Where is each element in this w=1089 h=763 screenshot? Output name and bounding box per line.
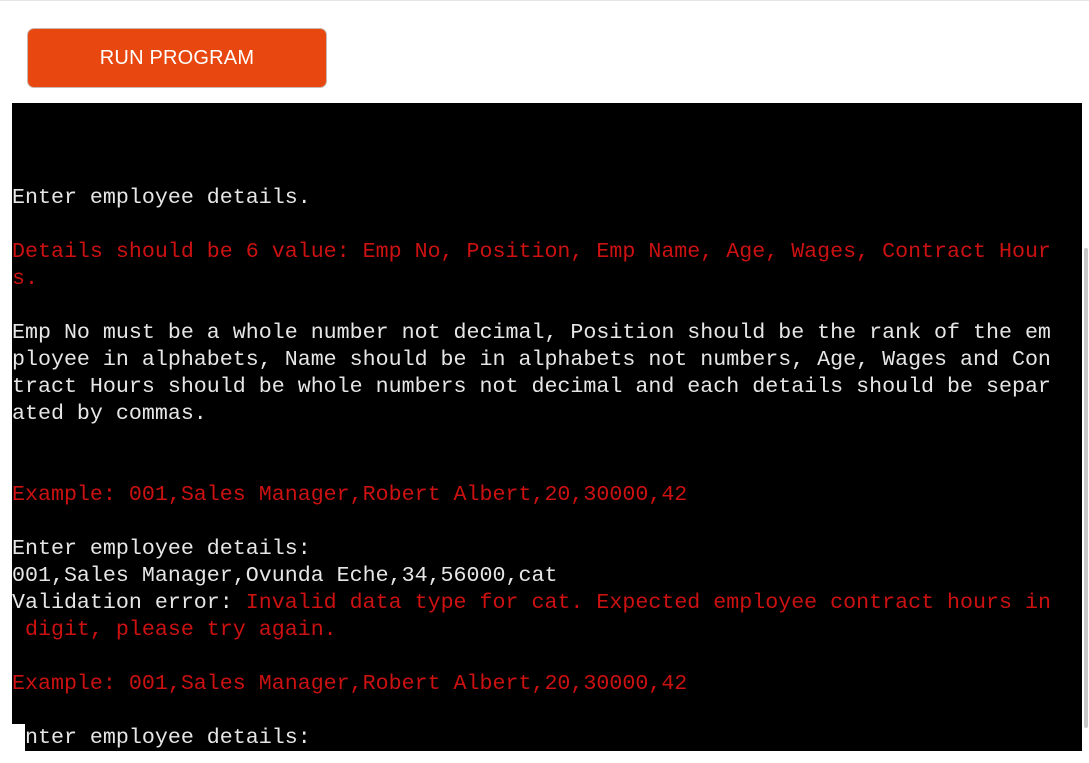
terminal-error-text: Details should be 6 value: Emp No, Posit… <box>12 239 1051 264</box>
terminal-line: s. <box>12 265 1056 292</box>
terminal-text: Enter employee details: <box>12 536 311 561</box>
terminal-error-text: s. <box>12 266 38 291</box>
terminal-text: ated by commas. <box>12 401 207 426</box>
terminal-text: Validation error: <box>12 590 246 615</box>
terminal-text: tract Hours should be whole numbers not … <box>12 374 1051 399</box>
terminal-scrollbar[interactable] <box>1082 103 1089 751</box>
terminal-line: 001,Sales Manager,Ovunda Eche,34,56000,c… <box>12 562 1056 589</box>
terminal-text: Enter employee details. <box>12 185 311 210</box>
terminal-error-text: digit, please try again. <box>12 617 337 642</box>
terminal-output: Enter employee details. Details should be… <box>12 157 1056 751</box>
terminal-text: Enter employee details: <box>12 725 311 750</box>
terminal-line: ployee in alphabets, Name should be in a… <box>12 346 1056 373</box>
terminal-line: tract Hours should be whole numbers not … <box>12 373 1056 400</box>
terminal-error-text: Example: 001,Sales Manager,Robert Albert… <box>12 671 688 696</box>
terminal-line: digit, please try again. <box>12 616 1056 643</box>
terminal-line: Example: 001,Sales Manager,Robert Albert… <box>12 481 1056 508</box>
terminal-text: Emp No must be a whole number not decima… <box>12 320 1051 345</box>
terminal-window[interactable]: Enter employee details. Details should be… <box>12 103 1082 751</box>
run-program-button[interactable]: RUN PROGRAM <box>27 28 327 88</box>
terminal-line: Emp No must be a whole number not decima… <box>12 319 1056 346</box>
terminal-line: Details should be 6 value: Emp No, Posit… <box>12 238 1056 265</box>
scrollbar-thumb[interactable] <box>1084 248 1088 728</box>
terminal-text: 001,Sales Manager,Ovunda Eche,34,56000,c… <box>12 563 558 588</box>
terminal-line: Enter employee details. <box>12 184 1056 211</box>
terminal-text: ployee in alphabets, Name should be in a… <box>12 347 1051 372</box>
terminal-error-text: Example: 001,Sales Manager,Robert Albert… <box>12 482 688 507</box>
terminal-line: ated by commas. <box>12 400 1056 427</box>
terminal-cursor <box>12 724 25 751</box>
terminal-line: Validation error: Invalid data type for … <box>12 589 1056 616</box>
terminal-line: Example: 001,Sales Manager,Robert Albert… <box>12 670 1056 697</box>
top-divider <box>0 0 1089 1</box>
terminal-line: Enter employee details: <box>12 535 1056 562</box>
terminal-error-text: Invalid data type for cat. Expected empl… <box>245 590 1051 615</box>
terminal-line: Enter employee details: <box>12 724 1056 751</box>
